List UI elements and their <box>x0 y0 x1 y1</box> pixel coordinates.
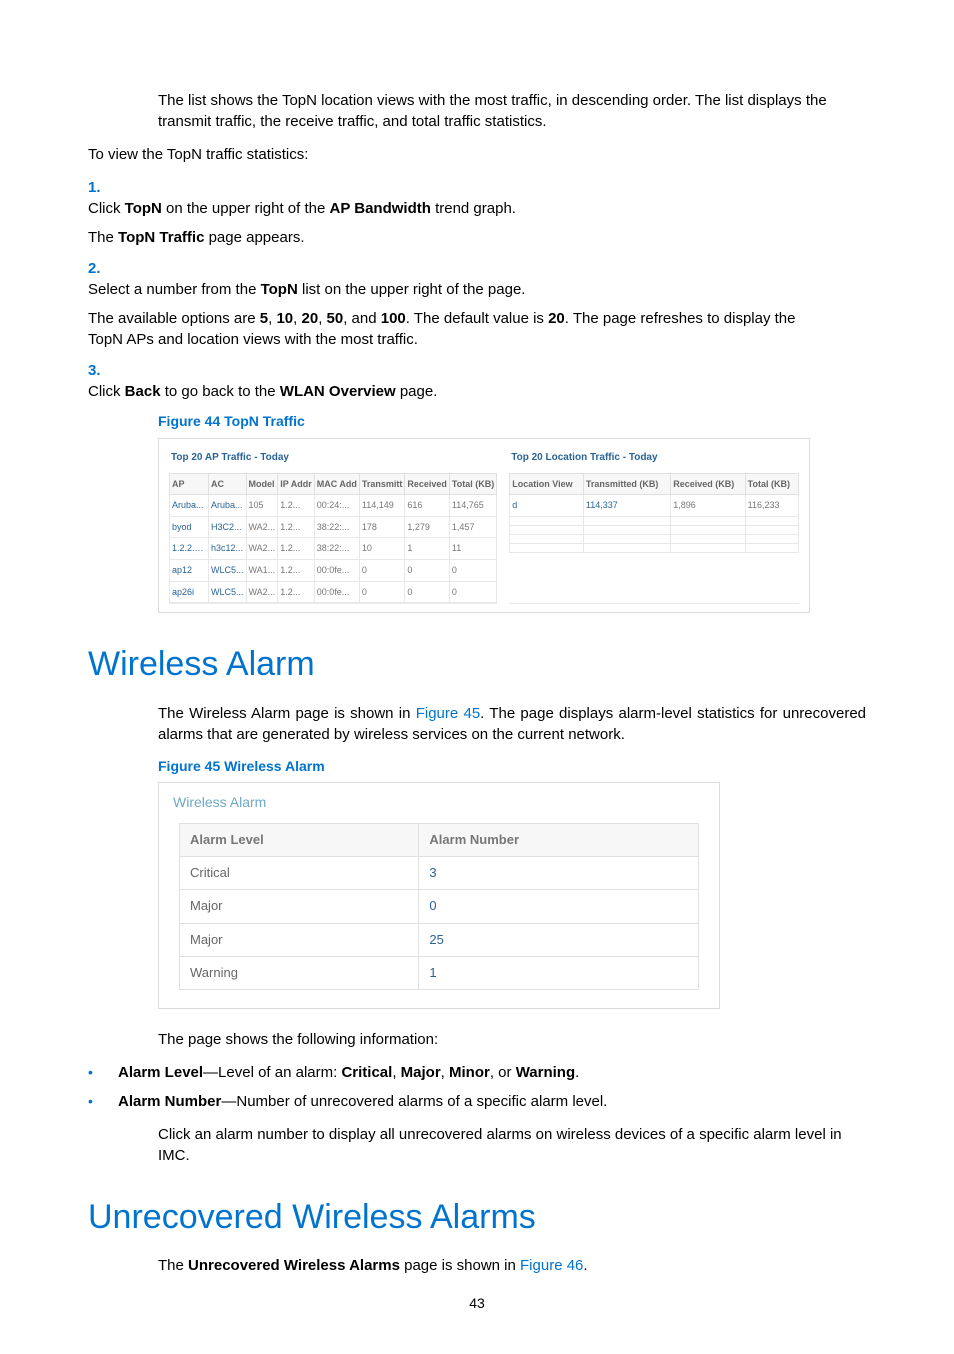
table-row <box>510 534 799 543</box>
figure-44-caption: Figure 44 TopN Traffic <box>158 412 866 432</box>
table-row: Warning1 <box>180 956 699 989</box>
table-header: Location View <box>510 473 584 495</box>
table-row <box>510 543 799 552</box>
table-header: AC <box>209 473 247 495</box>
table-row: byodH3C2...WA2...1.2...38:22:...1781,279… <box>170 516 497 538</box>
step-2: 2. Select a number from the TopN list on… <box>88 258 866 350</box>
table-row: ap26iWLC5...WA2...1.2...00:0fe...000 <box>170 581 497 603</box>
step-3-number: 3. <box>88 360 118 381</box>
table-header: MAC Add <box>314 473 359 495</box>
table-row: 1.2.2.1...h3c12...WA2...1.2...38:22:...1… <box>170 538 497 560</box>
table-row <box>510 516 799 525</box>
table-row: Critical3 <box>180 857 699 890</box>
bullet-alarm-number: Alarm Number—Number of unrecovered alarm… <box>88 1091 866 1112</box>
table-header: Alarm Level <box>180 823 419 856</box>
step-2-number: 2. <box>88 258 118 279</box>
step-1: 1. Click TopN on the upper right of the … <box>88 177 866 248</box>
table-row: d114,3371,896116,233 <box>510 495 799 517</box>
alarm-number-link[interactable]: 3 <box>419 857 699 890</box>
table-row: Major25 <box>180 923 699 956</box>
figure-44: Top 20 AP Traffic - Today APACModelIP Ad… <box>158 438 810 614</box>
alarm-number-link[interactable]: 25 <box>419 923 699 956</box>
table-header: IP Addr <box>278 473 315 495</box>
table-row: Major0 <box>180 890 699 923</box>
intro-paragraph-1: The list shows the TopN location views w… <box>158 90 866 132</box>
figure-46-link[interactable]: Figure 46 <box>520 1257 583 1274</box>
step-3: 3. Click Back to go back to the WLAN Ove… <box>88 360 866 402</box>
table-header: Transmitted (KB) <box>583 473 670 495</box>
table-header: AP <box>170 473 209 495</box>
page-number: 43 <box>88 1294 866 1314</box>
bullet-alarm-level: Alarm Level—Level of an alarm: Critical,… <box>88 1062 866 1083</box>
table-row: ap12WLC5...WA1...1.2...00:0fe...000 <box>170 559 497 581</box>
table-header: Transmitt <box>359 473 405 495</box>
figure-45: Wireless Alarm Alarm LevelAlarm Number C… <box>158 782 720 1009</box>
table-header: Received <box>405 473 450 495</box>
top-ap-traffic-title: Top 20 AP Traffic - Today <box>169 449 497 473</box>
table-row <box>510 525 799 534</box>
wireless-alarm-heading: Wireless Alarm <box>88 641 866 689</box>
top-ap-traffic-table: APACModelIP AddrMAC AddTransmittReceived… <box>169 473 497 604</box>
table-row: Aruba...Aruba...1051.2...00:24:...114,14… <box>170 495 497 517</box>
alarm-number-link[interactable]: 0 <box>419 890 699 923</box>
table-header: Total (KB) <box>745 473 798 495</box>
table-header: Alarm Number <box>419 823 699 856</box>
wireless-alarm-intro: The Wireless Alarm page is shown in Figu… <box>158 703 866 745</box>
wireless-alarm-info-lead: The page shows the following information… <box>158 1029 866 1050</box>
wireless-alarm-panel-title: Wireless Alarm <box>159 783 719 823</box>
figure-45-link[interactable]: Figure 45 <box>416 705 480 722</box>
unrecovered-wireless-alarms-heading: Unrecovered Wireless Alarms <box>88 1194 866 1242</box>
top-location-traffic-panel: Top 20 Location Traffic - Today Location… <box>509 449 799 605</box>
top-ap-traffic-panel: Top 20 AP Traffic - Today APACModelIP Ad… <box>169 449 497 605</box>
alarm-number-link[interactable]: 1 <box>419 956 699 989</box>
intro-paragraph-2: To view the TopN traffic statistics: <box>88 144 866 165</box>
unrecovered-intro: The Unrecovered Wireless Alarms page is … <box>158 1255 866 1276</box>
top-location-traffic-title: Top 20 Location Traffic - Today <box>509 449 799 473</box>
wireless-alarm-click-info: Click an alarm number to display all unr… <box>158 1124 866 1166</box>
table-header: Received (KB) <box>671 473 745 495</box>
top-location-traffic-table: Location ViewTransmitted (KB)Received (K… <box>509 473 799 553</box>
figure-45-caption: Figure 45 Wireless Alarm <box>158 757 866 777</box>
table-header: Model <box>246 473 278 495</box>
wireless-alarm-table: Alarm LevelAlarm Number Critical3Major0M… <box>179 823 699 990</box>
step-1-number: 1. <box>88 177 118 198</box>
table-header: Total (KB) <box>449 473 496 495</box>
